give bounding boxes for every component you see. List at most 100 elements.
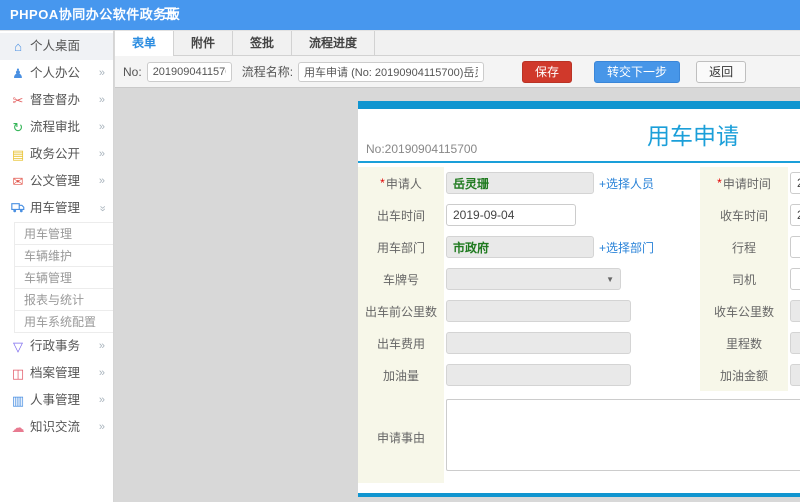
sidebar-item-6[interactable]: 用车管理 » [0,195,113,222]
chevron-down-icon: » [96,205,109,212]
sidebar-item-label: 流程审批 [30,120,81,134]
refresh-icon: ↻ [12,120,24,136]
app-header: PHPOA协同办公软件政务版 ☰ [0,0,800,30]
field-input-right-2[interactable] [790,236,800,258]
field-label: 加油量 [358,359,444,391]
select-dept-link[interactable]: +选择部门 [599,239,654,256]
field-input-left-1[interactable] [446,204,576,226]
select-person-link[interactable]: +选择人员 [599,175,654,192]
field-value-cell [444,359,700,391]
chevron-right-icon: » [98,340,105,352]
user-icon: ♟ [12,66,24,82]
field-label: 出车费用 [358,327,444,359]
license-plate-select[interactable]: ▼ [446,268,621,290]
field-input-left-0[interactable] [446,172,594,194]
tab-0[interactable]: 表单 [115,31,175,56]
panel-body: 用车申请 No:20190904115700 *申请人+选择人员*申请时间出车时… [358,109,800,493]
field-value-cell [788,231,800,263]
forward-next-step-button[interactable]: 转交下一步 [594,60,681,83]
field-input-right-3[interactable] [790,268,800,290]
sidebar-submenu: 用车管理 车辆维护 车辆管理 报表与统计 用车系统配置 [14,222,113,333]
sidebar-item-label: 个人办公 [30,66,81,80]
tab-3[interactable]: 流程进度 [292,31,376,56]
document-icon: ▤ [11,147,25,163]
panel-bottom-bar [358,493,800,497]
field-label: 加油金额 [700,359,788,391]
sidebar-subitem-4[interactable]: 用车系统配置 [15,310,113,332]
sidebar-item-label: 档案管理 [30,366,81,380]
sidebar-item-10[interactable]: ☁ 知识交流 » [0,414,113,441]
chevron-right-icon: » [98,394,105,406]
field-label: 申请事由 [358,391,444,483]
chevron-right-icon: » [98,367,105,379]
sidebar-item-label: 人事管理 [30,393,81,407]
tab-1[interactable]: 附件 [174,31,234,56]
no-input[interactable] [146,61,232,82]
field-input-right-1[interactable] [790,204,800,226]
field-input-right-6[interactable] [790,364,800,386]
chevron-right-icon: » [98,67,105,79]
home-icon: ⌂ [14,39,22,55]
field-input-left-6[interactable] [446,364,631,386]
sidebar-subitem-0[interactable]: 用车管理 [15,222,113,244]
field-label: 里程数 [700,327,788,359]
sidebar-subitem-1[interactable]: 车辆维护 [15,244,113,266]
sidebar-item-8[interactable]: ◫ 档案管理 » [0,360,113,387]
sidebar-subitem-3[interactable]: 报表与统计 [15,288,113,310]
tab-2[interactable]: 签批 [233,31,293,56]
sidebar-item-label: 行政事务 [30,339,81,353]
sidebar-item-1[interactable]: ♟ 个人办公 » [0,60,113,87]
form-row: 出车时间 收车时间 [358,199,800,231]
required-asterisk: * [717,176,722,190]
field-label: 出车时间 [358,199,444,231]
field-input-right-0[interactable] [790,172,800,194]
sidebar-item-label: 公文管理 [30,174,81,188]
sidebar-item-9[interactable]: ▥ 人事管理 » [0,387,113,414]
sidebar-subitem-2[interactable]: 车辆管理 [15,266,113,288]
field-value-cell [788,327,800,359]
chevron-right-icon: » [98,94,105,106]
sidebar-item-3[interactable]: ↻ 流程审批 » [0,114,113,141]
field-input-left-5[interactable] [446,332,631,354]
sidebar-item-0[interactable]: ⌂ 个人桌面 [0,33,113,60]
sidebar-item-2[interactable]: ✂ 督查督办 » [0,87,113,114]
sidebar-item-label: 知识交流 [30,420,81,434]
form-table: *申请人+选择人员*申请时间出车时间收车时间用车部门+选择部门行程车牌号▼司机出… [358,167,800,483]
field-label: * 申请人 [358,167,444,199]
vehicle-request-form-panel: 用车申请 No:20190904115700 *申请人+选择人员*申请时间出车时… [358,101,800,497]
field-value-cell [444,199,700,231]
content-area: 表单附件签批流程进度 No: 流程名称: 保存 转交下一步 返回 用车申请 No… [115,30,800,502]
reason-textarea[interactable] [446,399,800,471]
app-title: PHPOA协同办公软件政务版 [10,7,181,22]
field-value-cell [788,295,800,327]
hamburger-icon[interactable]: ☰ [163,0,177,30]
form-row: 出车费用 里程数 [358,327,800,359]
field-input-right-4[interactable] [790,300,800,322]
car-icon [10,195,26,222]
chevron-right-icon: » [98,121,105,133]
field-label: 司机 [700,263,788,295]
field-label: 出车前公里数 [358,295,444,327]
sidebar-item-5[interactable]: ✉ 公文管理 » [0,168,113,195]
chevron-right-icon: » [98,421,105,433]
save-button[interactable]: 保存 [522,60,573,83]
sidebar-item-7[interactable]: ▽ 行政事务 » [0,333,113,360]
field-input-left-4[interactable] [446,300,631,322]
sidebar-item-4[interactable]: ▤ 政务公开 » [0,141,113,168]
funnel-icon: ▽ [13,339,23,355]
sidebar-item-label: 政务公开 [30,147,81,161]
field-value-cell [788,167,800,199]
field-input-left-2[interactable] [446,236,594,258]
field-input-right-5[interactable] [790,332,800,354]
no-label: No: [123,64,142,79]
flow-name-input[interactable] [298,61,485,82]
reason-value-cell [444,391,800,483]
form-row: 用车部门 +选择部门 行程 [358,231,800,263]
form-title: 用车申请 [647,123,739,149]
back-button[interactable]: 返回 [696,60,747,83]
form-row: 出车前公里数 收车公里数 [358,295,800,327]
field-label: 收车时间 [700,199,788,231]
sidebar-item-label: 督查督办 [30,93,81,107]
chat-icon: ☁ [11,420,25,436]
field-label: 行程 [700,231,788,263]
